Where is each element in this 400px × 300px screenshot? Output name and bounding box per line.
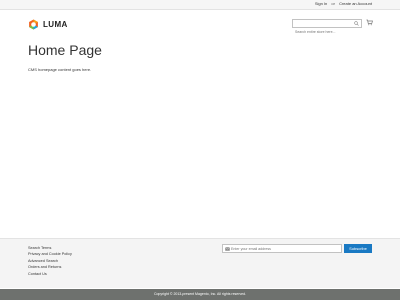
store-logo[interactable]: LUMA (28, 17, 68, 31)
footer-link-contact[interactable]: Contact Us (28, 271, 72, 277)
footer-link-privacy[interactable]: Privacy and Cookie Policy (28, 251, 72, 257)
search-icon[interactable] (354, 21, 359, 26)
newsletter-form: Subscribe (222, 244, 372, 253)
cms-content: CMS homepage content goes here. (28, 67, 92, 72)
cart-icon[interactable] (366, 19, 373, 26)
link-separator: or (331, 1, 335, 6)
create-account-link[interactable]: Create an Account (339, 1, 372, 6)
newsletter-email-input[interactable] (231, 245, 339, 252)
mail-icon (225, 247, 230, 251)
top-bar: Sign In or Create an Account (0, 0, 400, 10)
luma-logo-icon (29, 19, 38, 29)
page-title: Home Page (28, 42, 102, 58)
account-links: Sign In or Create an Account (315, 1, 372, 6)
subscribe-button[interactable]: Subscribe (344, 244, 372, 253)
copyright-bar: Copyright © 2013-present Magento, Inc. A… (0, 289, 400, 300)
sign-in-link[interactable]: Sign In (315, 1, 327, 6)
footer: Search Terms Privacy and Cookie Policy A… (0, 238, 400, 288)
search-box (292, 19, 362, 36)
search-input[interactable] (293, 28, 353, 36)
footer-links: Search Terms Privacy and Cookie Policy A… (28, 245, 72, 277)
newsletter-field (222, 244, 342, 253)
logo-text: LUMA (43, 19, 68, 29)
header: LUMA (0, 10, 400, 38)
copyright-text: Copyright © 2013-present Magento, Inc. A… (153, 292, 247, 296)
